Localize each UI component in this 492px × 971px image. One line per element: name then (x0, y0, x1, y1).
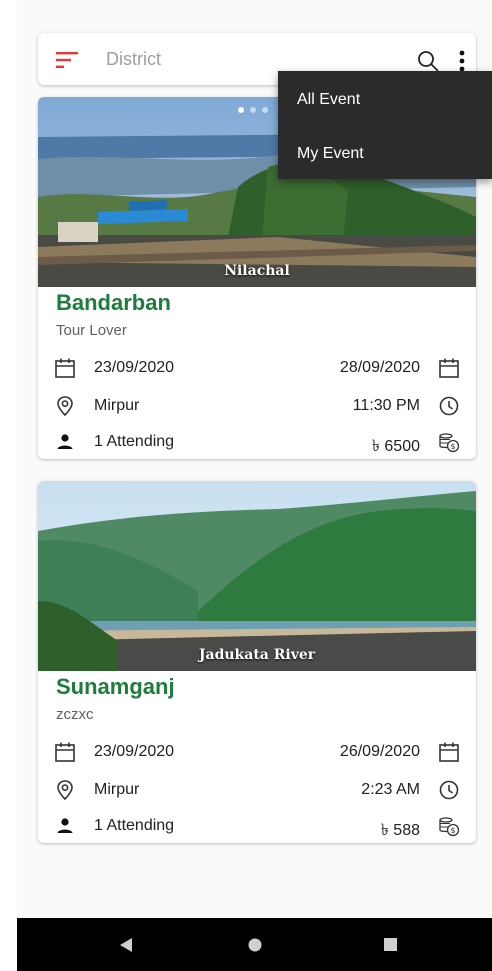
carousel-dot (262, 107, 268, 113)
money-icon: $ (439, 433, 460, 453)
date-row: 23/09/2020 28/09/2020 (38, 356, 476, 382)
attending-count: 1 Attending (94, 817, 175, 834)
image-caption: Jadukata River (198, 647, 316, 663)
event-image: Jadukata River (38, 481, 476, 671)
svg-text:$: $ (450, 442, 455, 451)
location-time-row: Mirpur 11:30 PM (38, 394, 476, 420)
calendar-icon (55, 742, 75, 762)
event-organizer: Tour Lover (56, 322, 127, 339)
clock-icon (439, 780, 459, 800)
clock-icon (439, 396, 459, 416)
person-icon (57, 818, 73, 833)
location-pin-icon (57, 780, 73, 801)
calendar-icon (439, 358, 459, 378)
event-title: Bandarban (56, 290, 171, 315)
carousel-dot (238, 107, 244, 113)
carousel-dot (250, 107, 256, 113)
system-nav-bar (17, 918, 492, 971)
home-icon[interactable] (248, 938, 262, 952)
calendar-icon (439, 742, 459, 762)
event-price: ৳ 588 (380, 822, 420, 839)
overflow-menu: All Event My Event (278, 71, 492, 179)
attending-price-row: 1 Attending ৳ 588 $ (38, 814, 476, 840)
end-date: 26/09/2020 (339, 743, 420, 760)
start-date: 23/09/2020 (94, 359, 175, 376)
filter-icon[interactable] (56, 52, 78, 68)
location-pin-icon (57, 396, 73, 417)
start-date: 23/09/2020 (94, 743, 175, 760)
recent-apps-icon[interactable] (384, 938, 397, 951)
search-icon[interactable] (416, 49, 440, 73)
attending-count: 1 Attending (94, 433, 175, 450)
svg-text:$: $ (450, 826, 455, 835)
menu-item-my-event[interactable]: My Event (297, 145, 364, 163)
attending-price-row: 1 Attending ৳ 6500 $ (38, 430, 476, 456)
money-icon: $ (439, 817, 460, 837)
carousel-indicator (238, 107, 268, 113)
person-icon (57, 434, 73, 449)
end-date: 28/09/2020 (339, 359, 420, 376)
date-row: 23/09/2020 26/09/2020 (38, 740, 476, 766)
event-location: Mirpur (94, 781, 140, 798)
event-card[interactable]: Jadukata River Sunamganj zczxc 23/09/202… (38, 481, 476, 843)
search-input[interactable]: District (106, 49, 161, 70)
back-icon[interactable] (119, 937, 133, 953)
event-time: 2:23 AM (361, 781, 420, 798)
event-title: Sunamganj (56, 674, 175, 699)
menu-item-all-event[interactable]: All Event (297, 91, 360, 109)
event-time: 11:30 PM (352, 397, 420, 414)
event-organizer: zczxc (56, 706, 94, 723)
image-caption: Nilachal (224, 263, 290, 279)
event-location: Mirpur (94, 397, 140, 414)
location-time-row: Mirpur 2:23 AM (38, 778, 476, 804)
event-price: ৳ 6500 (371, 438, 420, 455)
calendar-icon (55, 358, 75, 378)
